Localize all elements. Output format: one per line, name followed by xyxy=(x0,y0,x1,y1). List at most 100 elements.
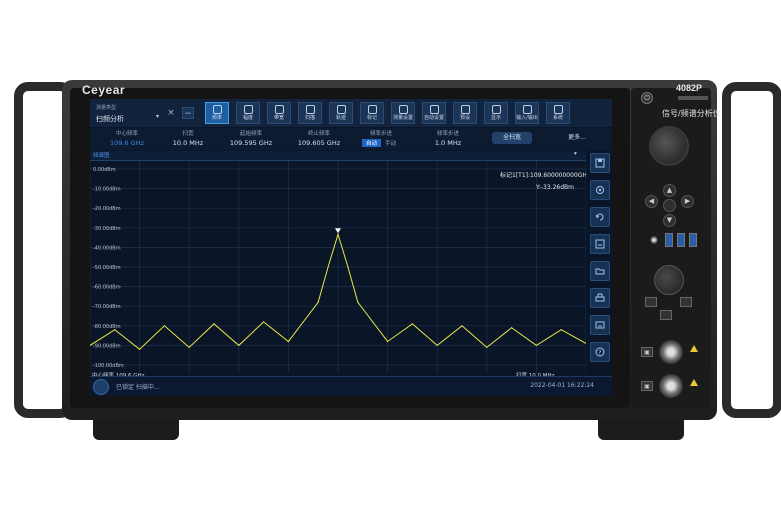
svg-text:?: ? xyxy=(598,350,601,357)
toolbar-button-3[interactable]: 扫描 xyxy=(298,102,322,124)
span-param[interactable]: 扫宽 10.0 MHz xyxy=(168,129,208,147)
toolbar-button-4[interactable]: 轨迹 xyxy=(329,102,353,124)
headphone-jack[interactable] xyxy=(650,236,658,244)
power-icon[interactable]: ⏻ xyxy=(641,92,653,104)
arrow-right-icon[interactable]: ▶ xyxy=(681,195,694,208)
arrow-up-icon[interactable]: ▲ xyxy=(663,184,676,197)
warning-icon xyxy=(690,379,698,386)
usb-port-1[interactable] xyxy=(665,233,673,247)
marker-readout-freq: 标记1[T1]:109.600000000GHz xyxy=(500,171,586,179)
usb-port-3[interactable] xyxy=(689,233,697,247)
spectrum-plot[interactable]: 0.00dBm -10.00dBm -20.00dBm -30.00dBm -40.00… xyxy=(90,161,590,373)
toolbar-button-label: 带宽 xyxy=(273,115,284,121)
parameter-bar: 中心频率 109.6 GHz 扫宽 10.0 MHz 起始频率 109.595 … xyxy=(90,128,612,150)
display-icon xyxy=(491,105,501,114)
toolbar-button-label: 测量设置 xyxy=(392,115,413,121)
arrow-left-icon[interactable]: ◀ xyxy=(645,195,658,208)
toolbar: 测量类型 扫频分析 ▾ × − 频率 幅度 带宽 扫描 轨迹 标记 测量设置 自动设置 预设 显示… xyxy=(90,99,612,127)
panel-button-2[interactable] xyxy=(680,297,692,307)
toolbar-button-11[interactable]: 系统 xyxy=(546,102,570,124)
display-screen: 测量类型 扫频分析 ▾ × − 频率 幅度 带宽 扫描 轨迹 标记 测量设置 自动设置 预设 显示… xyxy=(90,99,612,396)
rf-output-button[interactable]: ▣ xyxy=(641,381,653,391)
freq-offset-param[interactable]: 频率步进 1.0 MHz xyxy=(426,129,470,147)
toolbar-button-7[interactable]: 自动设置 xyxy=(422,102,446,124)
panel-button-1[interactable] xyxy=(645,297,657,307)
mode-value: 扫频分析 xyxy=(96,115,124,123)
toolbar-button-label: 标记 xyxy=(366,115,377,121)
trace-point xyxy=(461,325,463,327)
rotary-knob[interactable] xyxy=(649,126,689,166)
usb-port-2[interactable] xyxy=(677,233,685,247)
trace-point xyxy=(511,327,513,329)
arrow-down-icon[interactable]: ▼ xyxy=(663,214,676,227)
toolbar-button-1[interactable]: 幅度 xyxy=(236,102,260,124)
panel-button-3[interactable] xyxy=(660,310,672,320)
measurement-mode-select[interactable]: 测量类型 扫频分析 ▾ xyxy=(94,102,164,124)
marker-1[interactable] xyxy=(335,228,341,234)
disk-icon[interactable] xyxy=(590,234,610,254)
right-foot xyxy=(598,420,684,440)
toolbar-button-label: 扫描 xyxy=(304,115,315,121)
rf-input-button[interactable]: ▣ xyxy=(641,347,653,357)
refresh-icon[interactable] xyxy=(590,207,610,227)
right-sidebar: ? xyxy=(588,151,612,373)
ok-button[interactable] xyxy=(663,199,676,212)
folder-icon[interactable] xyxy=(590,261,610,281)
help-icon[interactable]: ? xyxy=(590,342,610,362)
more-button[interactable]: 更多... xyxy=(562,132,592,144)
trace-point xyxy=(372,321,374,323)
rf-output-connector[interactable] xyxy=(659,374,683,398)
center-freq-param[interactable]: 中心频率 109.6 GHz xyxy=(102,129,152,147)
freq-step-param[interactable]: 频率步进 自动 手动 xyxy=(352,129,410,147)
auto-set-icon xyxy=(429,105,439,114)
y-tick-label: 0.00dBm xyxy=(93,167,116,173)
toolbar-button-label: 轨迹 xyxy=(335,115,346,121)
toolbar-button-2[interactable]: 带宽 xyxy=(267,102,291,124)
bandwidth-icon xyxy=(274,105,284,114)
chevron-down-icon[interactable]: ▾ xyxy=(574,151,577,157)
y-tick-label: -50.00dBm xyxy=(93,265,121,271)
stop-freq-param[interactable]: 终止频率 109.605 GHz xyxy=(294,129,344,147)
toolbar-button-6[interactable]: 测量设置 xyxy=(391,102,415,124)
trace-point xyxy=(302,321,304,323)
preset-icon xyxy=(460,105,470,114)
rf-input-connector[interactable] xyxy=(659,340,683,364)
toolbar-button-10[interactable]: 输入/输出 xyxy=(515,102,539,124)
keyboard-icon[interactable] xyxy=(590,315,610,335)
home-icon[interactable] xyxy=(93,379,109,395)
full-span-button[interactable]: 全扫宽 xyxy=(492,132,532,144)
trace-tab[interactable]: 频谱图 xyxy=(93,151,110,159)
print-icon[interactable] xyxy=(590,288,610,308)
status-text: 已锁定 扫描中... xyxy=(116,384,160,391)
toolbar-button-9[interactable]: 显示 xyxy=(484,102,508,124)
trace-tab-bar[interactable]: 频谱图 ▾ xyxy=(90,151,586,161)
minus-icon[interactable]: − xyxy=(182,107,194,119)
system-icon xyxy=(553,105,563,114)
marker-icon xyxy=(367,105,377,114)
meas-setup-icon xyxy=(398,105,408,114)
trace-point xyxy=(436,344,438,346)
y-tick-label: -10.00dBm xyxy=(93,187,121,193)
y-tick-label: -70.00dBm xyxy=(93,304,121,310)
warning-icon xyxy=(690,345,698,352)
close-icon[interactable]: × xyxy=(165,107,177,119)
toolbar-button-label: 预设 xyxy=(459,115,470,121)
toolbar-button-5[interactable]: 标记 xyxy=(360,102,384,124)
toolbar-button-label: 频率 xyxy=(211,115,222,121)
y-tick-label: -20.00dBm xyxy=(93,206,121,212)
toolbar-button-8[interactable]: 预设 xyxy=(453,102,477,124)
toolbar-button-0[interactable]: 频率 xyxy=(205,102,229,124)
start-freq-param[interactable]: 起始频率 109.595 GHz xyxy=(226,129,276,147)
save-icon[interactable] xyxy=(590,153,610,173)
settings-icon[interactable] xyxy=(590,180,610,200)
chevron-down-icon: ▾ xyxy=(156,113,160,120)
datetime: 2022-04-01 16:22:24 xyxy=(530,382,594,389)
status-bar: 已锁定 扫描中... 2022-04-01 16:22:24 xyxy=(90,376,612,396)
model-badge xyxy=(678,96,708,100)
volume-knob[interactable] xyxy=(654,265,684,295)
trace-point xyxy=(238,344,240,346)
auto-toggle[interactable]: 自动 xyxy=(361,139,381,147)
spectrum-chart: 0.00dBm -10.00dBm -20.00dBm -30.00dBm -40.00… xyxy=(90,161,590,373)
right-handle xyxy=(722,82,781,418)
manual-toggle[interactable]: 手动 xyxy=(381,139,400,147)
